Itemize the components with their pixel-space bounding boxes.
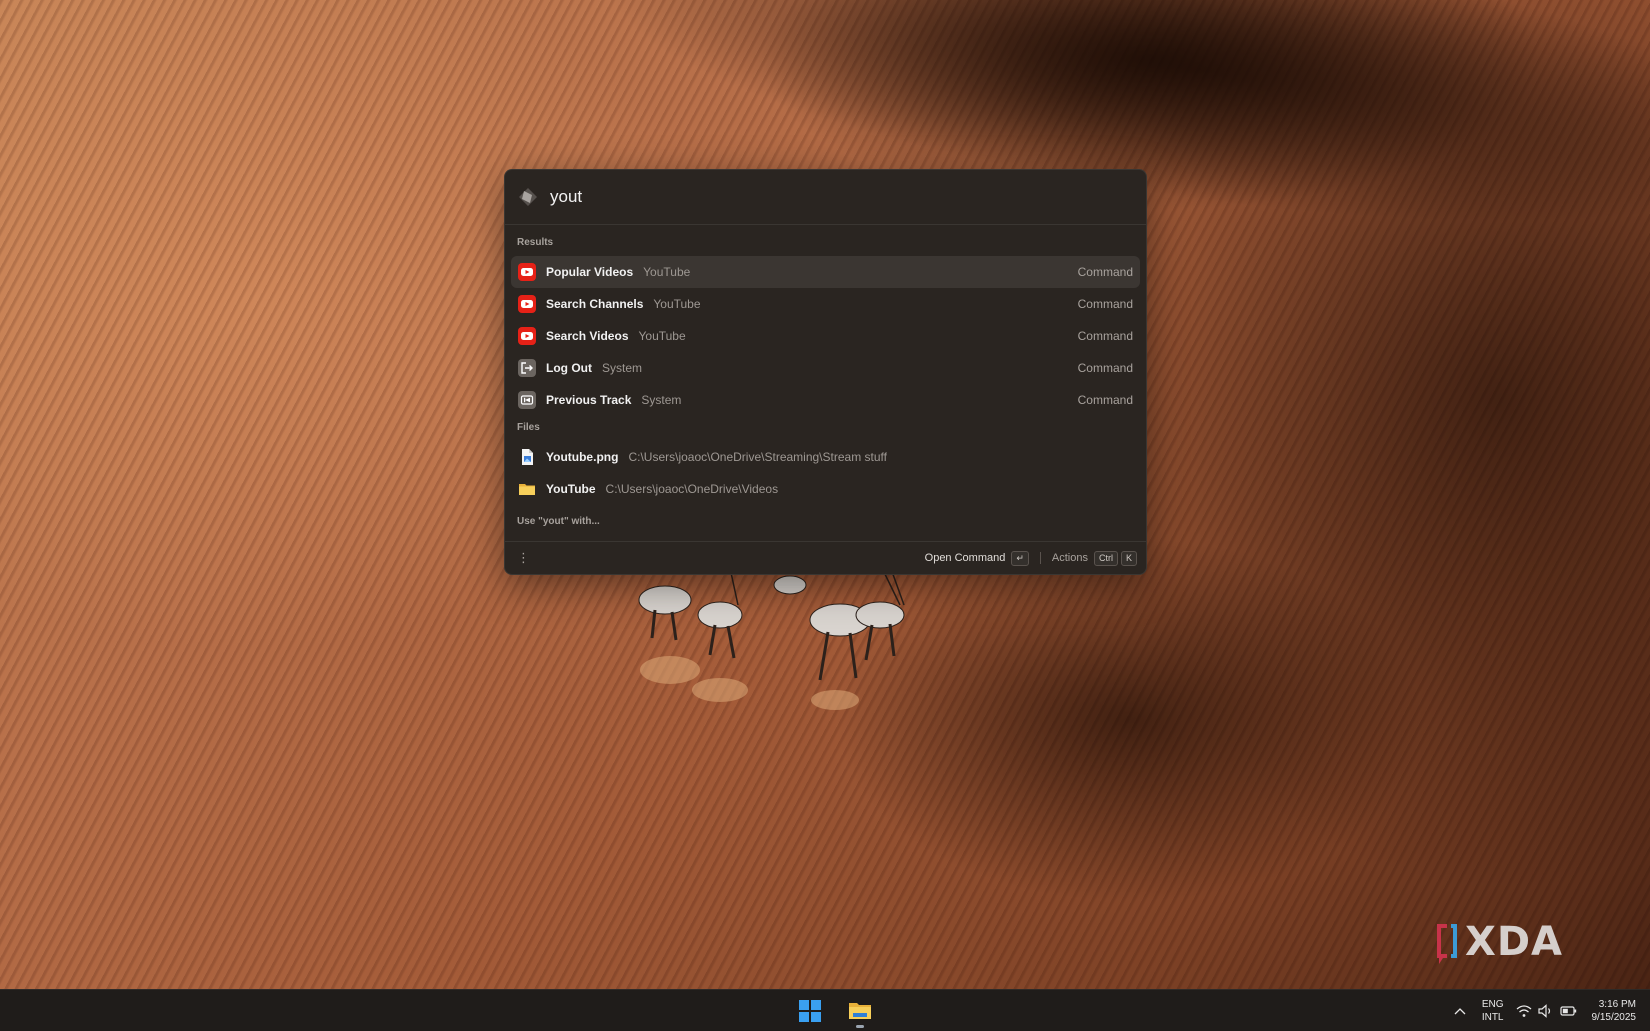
- xda-watermark-text: XDA: [1465, 919, 1563, 965]
- file-explorer-button[interactable]: [842, 993, 878, 1029]
- search-input[interactable]: [550, 187, 1110, 207]
- result-subtitle: System: [601, 361, 642, 375]
- oryx-herd-image: [638, 565, 905, 710]
- start-button[interactable]: [792, 993, 828, 1029]
- result-item-log-out[interactable]: Log Out System Command: [511, 352, 1140, 384]
- file-title: Youtube.png: [546, 450, 619, 464]
- youtube-icon: [518, 263, 536, 281]
- ctrl-key-hint: Ctrl: [1093, 550, 1118, 566]
- youtube-icon: [518, 327, 536, 345]
- image-file-icon: [518, 448, 536, 466]
- result-item-previous-track[interactable]: Previous Track System Command: [511, 384, 1140, 416]
- xda-watermark: XDA: [1433, 918, 1593, 966]
- command-launcher: Results Popular Videos YouTube Command S…: [504, 169, 1147, 575]
- files-section-label: Files: [517, 422, 540, 433]
- k-key-hint: K: [1120, 550, 1137, 566]
- result-subtitle: System: [641, 393, 682, 407]
- result-kind: Command: [1077, 297, 1133, 311]
- result-title: Search Channels: [546, 297, 644, 311]
- taskbar: ENG INTL 3:16 PM 9/15/2025: [0, 989, 1650, 1031]
- files-list: Youtube.png C:\Users\joaoc\OneDrive\Stre…: [505, 441, 1146, 505]
- language-code: ENG: [1481, 999, 1504, 1010]
- result-kind: Command: [1077, 361, 1133, 375]
- quick-settings[interactable]: [1516, 1004, 1578, 1018]
- search-bar: [505, 170, 1146, 225]
- file-explorer-icon: [849, 1003, 871, 1019]
- result-item-search-videos[interactable]: Search Videos YouTube Command: [511, 320, 1140, 352]
- result-title: Search Videos: [546, 329, 629, 343]
- more-options-icon[interactable]: ⋮: [517, 550, 530, 566]
- file-path: C:\Users\joaoc\OneDrive\Videos: [605, 482, 779, 496]
- footer-divider: [1039, 552, 1041, 564]
- system-tray: ENG INTL 3:16 PM 9/15/2025: [1446, 990, 1650, 1031]
- result-kind: Command: [1077, 329, 1133, 343]
- result-item-search-channels[interactable]: Search Channels YouTube Command: [511, 288, 1140, 320]
- volume-icon: [1537, 1004, 1550, 1018]
- chevron-up-icon: [1454, 1008, 1466, 1015]
- language-indicator[interactable]: ENG INTL: [1482, 998, 1504, 1024]
- results-section-label: Results: [517, 237, 554, 248]
- result-kind: Command: [1077, 265, 1133, 279]
- use-query-with[interactable]: Use "yout" with...: [505, 516, 1146, 530]
- taskbar-apps: [792, 990, 878, 1031]
- xda-logo-icon: [1437, 924, 1457, 964]
- enter-key-hint: ↵: [1011, 550, 1029, 566]
- file-item-youtube-folder[interactable]: YouTube C:\Users\joaoc\OneDrive\Videos: [511, 473, 1140, 505]
- file-title: YouTube: [546, 482, 596, 496]
- actions-button[interactable]: Actions: [1052, 552, 1088, 564]
- result-subtitle: YouTube: [643, 265, 691, 279]
- log-out-icon: [518, 359, 536, 377]
- wifi-icon: [1516, 1005, 1531, 1017]
- result-kind: Command: [1077, 393, 1133, 407]
- folder-icon: [518, 480, 536, 498]
- launcher-logo-icon: [518, 187, 538, 207]
- result-subtitle: YouTube: [653, 297, 701, 311]
- clock-date: 9/15/2025: [1591, 1012, 1637, 1023]
- launcher-footer: ⋮ Open Command ↵ Actions Ctrl K: [505, 541, 1146, 574]
- result-subtitle: YouTube: [638, 329, 686, 343]
- previous-track-icon: [518, 391, 536, 409]
- battery-icon: [1559, 1006, 1576, 1016]
- windows-logo-icon: [799, 1000, 821, 1022]
- result-title: Previous Track: [546, 393, 632, 407]
- clock[interactable]: 3:16 PM 9/15/2025: [1592, 998, 1637, 1024]
- file-item-youtube-png[interactable]: Youtube.png C:\Users\joaoc\OneDrive\Stre…: [511, 441, 1140, 473]
- result-title: Popular Videos: [546, 265, 634, 279]
- result-title: Log Out: [546, 361, 592, 375]
- youtube-icon: [518, 295, 536, 313]
- file-path: C:\Users\joaoc\OneDrive\Streaming\Stream…: [628, 450, 887, 464]
- clock-time: 3:16 PM: [1598, 999, 1636, 1010]
- results-list: Popular Videos YouTube Command Search Ch…: [505, 256, 1146, 416]
- result-item-popular-videos[interactable]: Popular Videos YouTube Command: [511, 256, 1140, 288]
- keyboard-layout: INTL: [1481, 1012, 1504, 1023]
- open-command-button[interactable]: Open Command: [925, 552, 1006, 564]
- running-indicator: [856, 1025, 864, 1028]
- show-hidden-icons-button[interactable]: [1446, 1007, 1474, 1015]
